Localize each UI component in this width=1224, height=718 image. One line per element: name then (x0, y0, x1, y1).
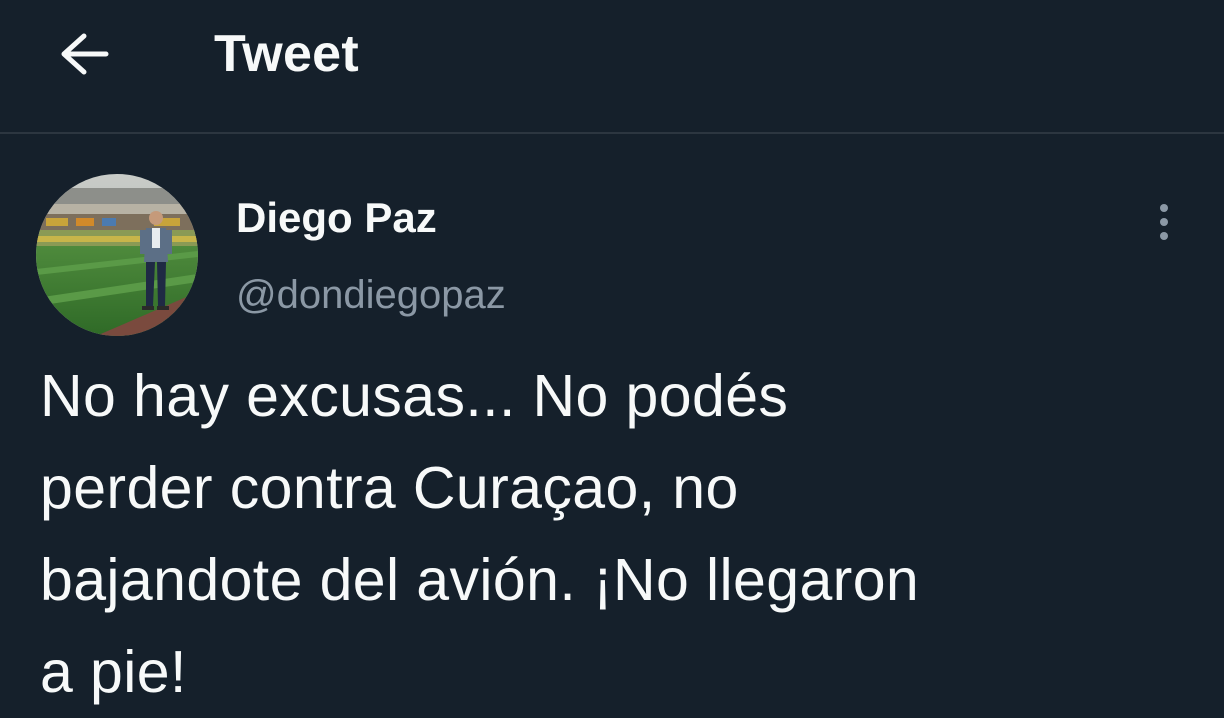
top-bar: Tweet (0, 0, 1224, 134)
more-options-button[interactable] (1140, 198, 1188, 246)
arrow-left-icon (61, 33, 109, 75)
tweet-text: No hay excusas... No podés perder contra… (40, 363, 920, 705)
profile-photo (36, 174, 198, 336)
page-title: Tweet (214, 25, 360, 83)
author-name[interactable]: Diego Paz (236, 190, 437, 246)
avatar[interactable] (36, 174, 198, 336)
back-button[interactable] (52, 24, 116, 84)
author-handle[interactable]: @dondiegopaz (236, 268, 506, 322)
more-vertical-icon (1160, 204, 1168, 240)
